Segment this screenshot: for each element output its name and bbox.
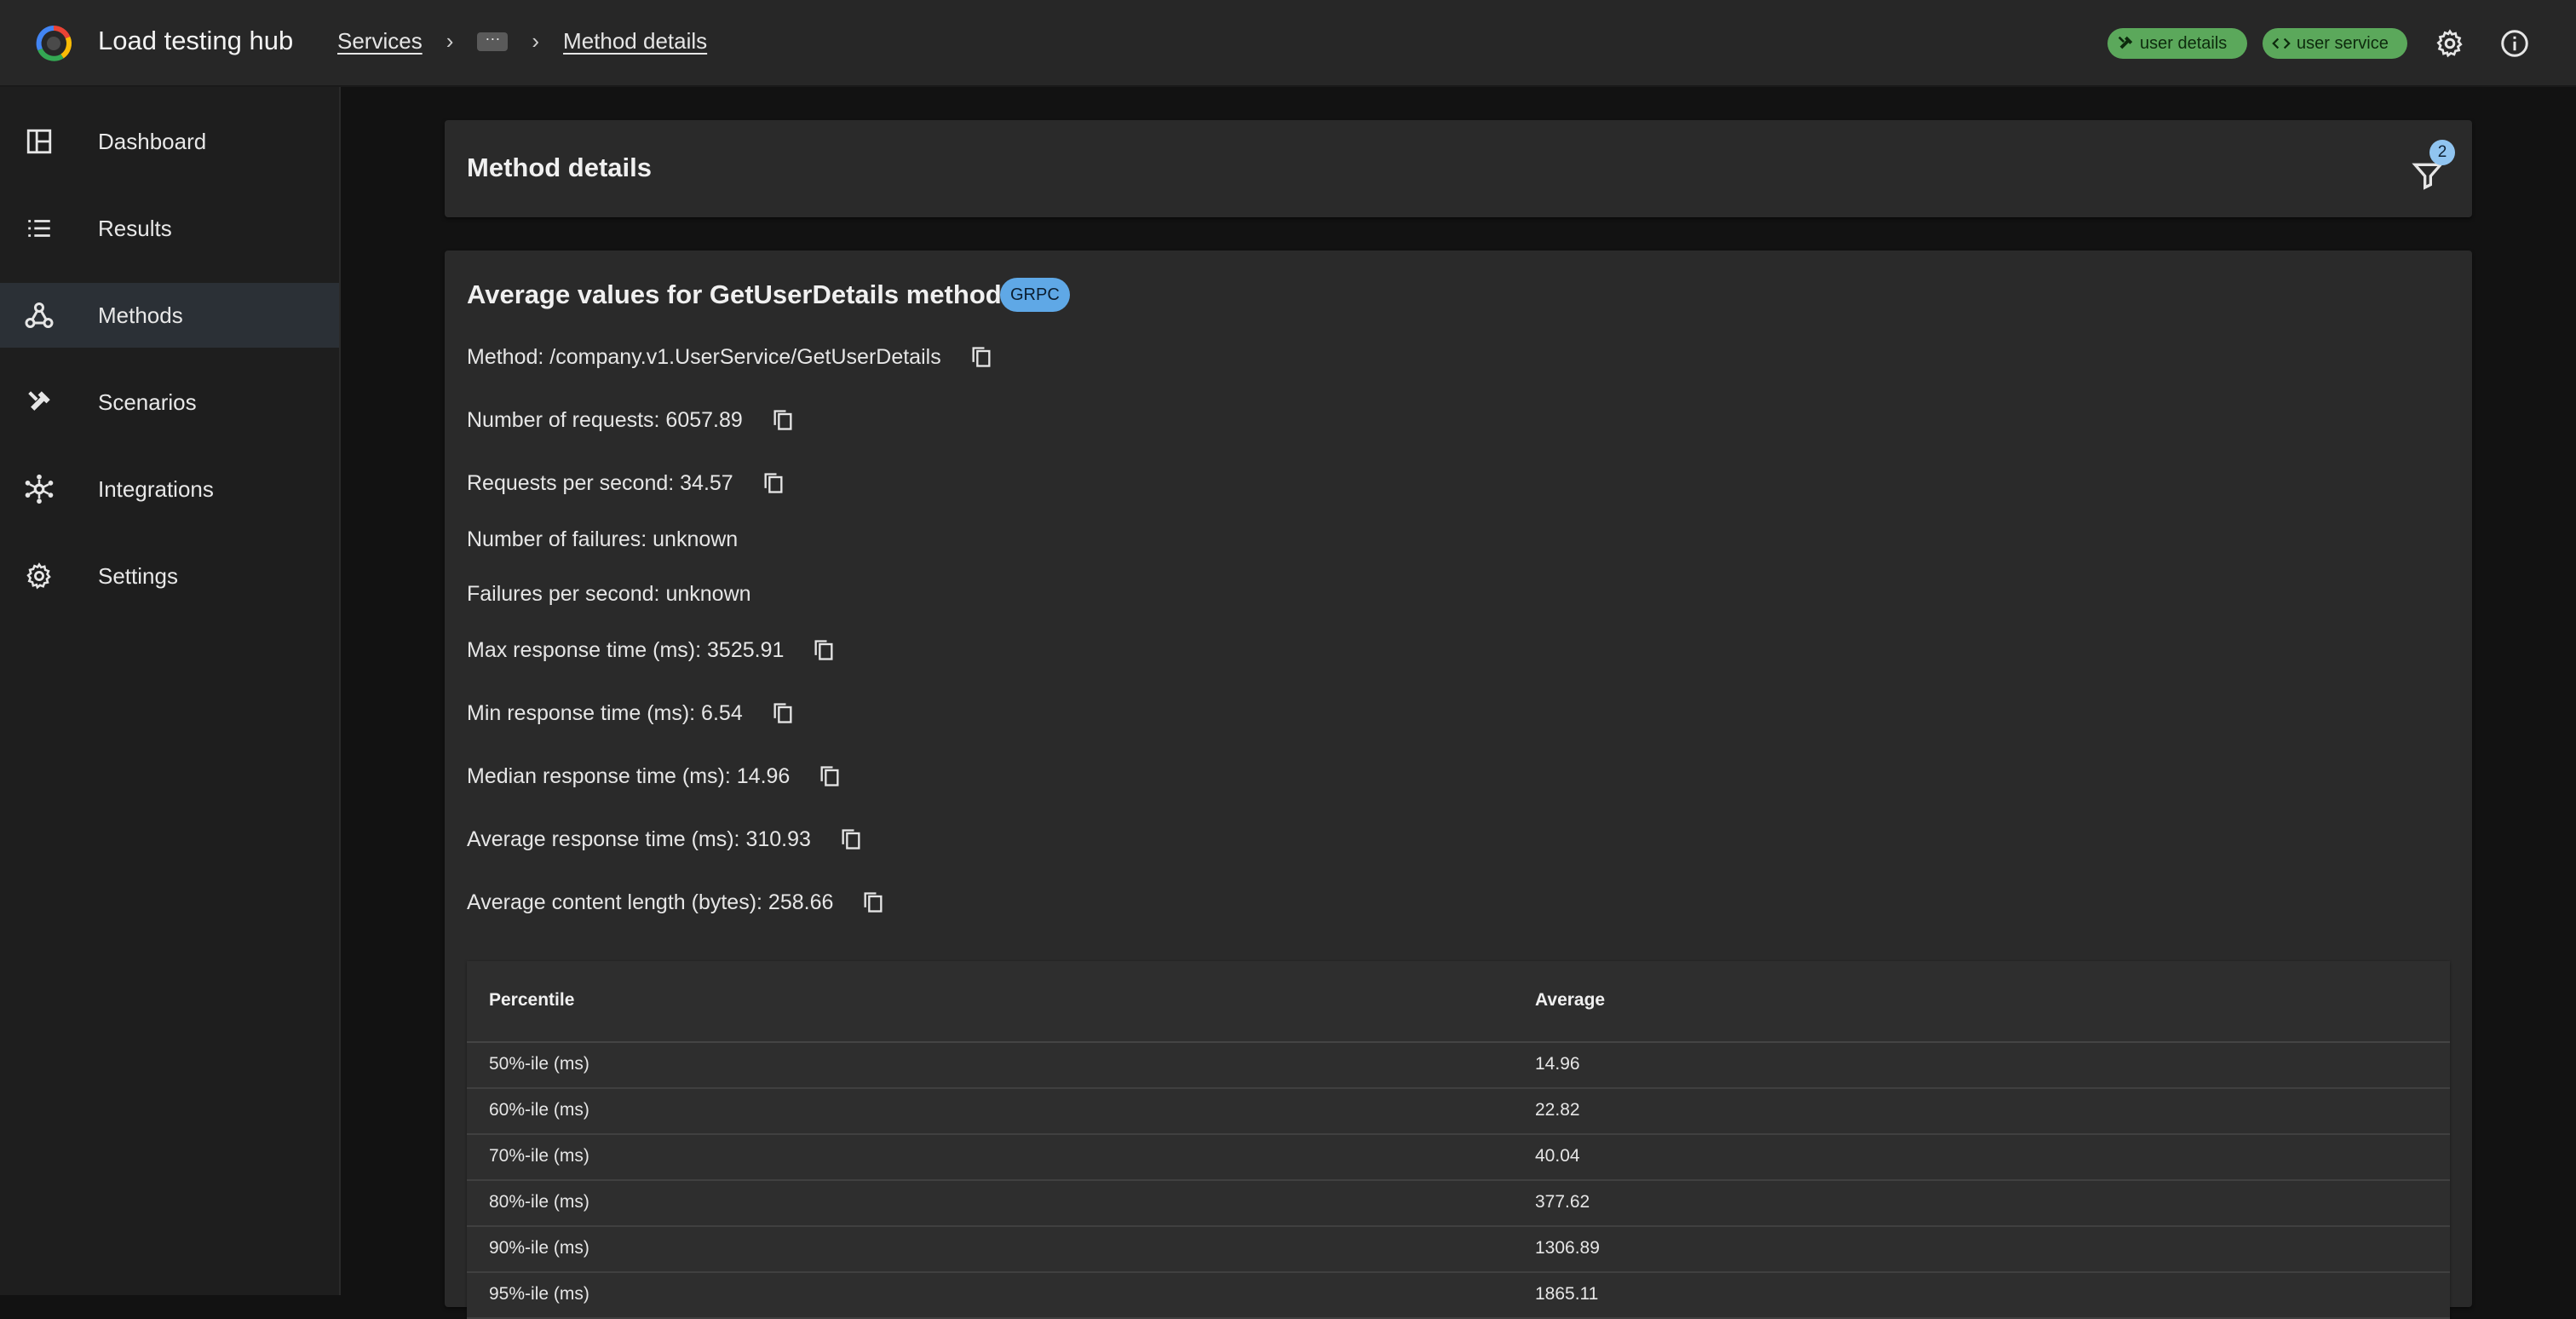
copy-icon[interactable] [859, 888, 888, 917]
sidebar-item-integrations[interactable]: Integrations [0, 457, 339, 521]
table-row: 90%-ile (ms) 1306.89 [467, 1227, 2450, 1273]
page-title: Method details [467, 153, 653, 182]
sidebar-item-label: Methods [98, 302, 183, 328]
sidebar-item-label: Integrations [98, 475, 214, 502]
stat-text: Min response time (ms): 6.54 [467, 700, 743, 725]
table-cell-percentile: 95%-ile (ms) [489, 1284, 589, 1304]
stat-text: Average response time (ms): 310.93 [467, 827, 811, 851]
table-cell-average: 1865.11 [1535, 1284, 1599, 1304]
stat-average-response-time: Average response time (ms): 310.93 [467, 825, 865, 854]
table-row: 70%-ile (ms) 40.04 [467, 1135, 2450, 1181]
table-header: Percentile Average [467, 961, 2450, 1043]
copy-icon[interactable] [837, 825, 865, 854]
stat-requests-per-second: Requests per second: 34.57 [467, 469, 788, 498]
sidebar-item-dashboard[interactable]: Dashboard [0, 109, 339, 174]
column-header-average[interactable]: Average [1535, 990, 1605, 1011]
table-row: 60%-ile (ms) 22.82 [467, 1089, 2450, 1135]
percentile-table: Percentile Average 50%-ile (ms) 14.96 60… [467, 961, 2450, 1319]
copy-icon[interactable] [759, 469, 788, 498]
code-icon [2272, 37, 2291, 49]
tools-icon [2118, 36, 2133, 49]
filter-count-badge: 2 [2429, 140, 2455, 165]
column-header-percentile[interactable]: Percentile [489, 990, 574, 1011]
webhook-icon [22, 298, 56, 332]
chevron-right-icon: › [446, 28, 454, 54]
copy-icon[interactable] [967, 343, 996, 372]
gear-icon [2436, 29, 2463, 58]
gear-icon [22, 559, 56, 593]
copy-icon[interactable] [768, 699, 797, 728]
stat-text: Max response time (ms): 3525.91 [467, 637, 785, 662]
table-row: 95%-ile (ms) 1865.11 [467, 1273, 2450, 1319]
table-cell-average: 22.82 [1535, 1100, 1580, 1120]
stat-method: Method: /company.v1.UserService/GetUserD… [467, 343, 996, 372]
stat-number-of-requests: Number of requests: 6057.89 [467, 406, 797, 435]
stat-text: Failures per second: unknown [467, 582, 751, 606]
sidebar-item-label: Results [98, 215, 172, 241]
breadcrumb-services-link[interactable]: Services [337, 28, 423, 55]
copy-icon[interactable] [809, 636, 838, 665]
sidebar-item-label: Settings [98, 562, 178, 589]
table-cell-average: 1306.89 [1535, 1238, 1600, 1258]
list-icon [22, 211, 56, 245]
stat-text: Number of requests: 6057.89 [467, 407, 743, 432]
stat-text: Requests per second: 34.57 [467, 470, 733, 495]
stat-text: Method: /company.v1.UserService/GetUserD… [467, 344, 941, 369]
stat-number-of-failures: Number of failures: unknown [467, 527, 738, 552]
table-cell-percentile: 80%-ile (ms) [489, 1192, 589, 1212]
stat-failures-per-second: Failures per second: unknown [467, 582, 751, 607]
chip-label: user details [2140, 33, 2228, 53]
table-cell-percentile: 50%-ile (ms) [489, 1054, 589, 1074]
user-details-chip[interactable]: user details [2107, 28, 2247, 59]
stat-max-response-time: Max response time (ms): 3525.91 [467, 636, 838, 665]
stat-text: Median response time (ms): 14.96 [467, 763, 791, 788]
app-title[interactable]: Load testing hub [98, 26, 293, 56]
copy-icon[interactable] [815, 762, 844, 791]
sidebar-item-scenarios[interactable]: Scenarios [0, 370, 339, 435]
chevron-right-icon: › [532, 28, 540, 54]
sidebar: Dashboard Results Methods Scenarios Inte… [0, 87, 341, 1295]
method-details-header-card: Method details 2 [445, 120, 2472, 217]
table-cell-percentile: 90%-ile (ms) [489, 1238, 589, 1258]
breadcrumb-current-link[interactable]: Method details [563, 28, 707, 55]
sidebar-item-label: Dashboard [98, 128, 207, 154]
sidebar-item-label: Scenarios [98, 389, 197, 415]
table-row: 80%-ile (ms) 377.62 [467, 1181, 2450, 1227]
tools-icon [22, 385, 56, 419]
stat-text: Number of failures: unknown [467, 527, 739, 551]
breadcrumb: Services › ··· › Method details [337, 28, 707, 55]
table-cell-average: 40.04 [1535, 1146, 1580, 1166]
table-row: 50%-ile (ms) 14.96 [467, 1043, 2450, 1089]
table-cell-average: 14.96 [1535, 1054, 1580, 1074]
stat-median-response-time: Median response time (ms): 14.96 [467, 762, 844, 791]
info-button[interactable] [2498, 26, 2532, 60]
stat-text: Average content length (bytes): 258.66 [467, 890, 834, 914]
table-cell-percentile: 60%-ile (ms) [489, 1100, 589, 1120]
app-logo [36, 25, 72, 61]
breadcrumb-collapsed-button[interactable]: ··· [477, 31, 509, 51]
protocol-badge: GRPC [1000, 278, 1070, 312]
table-cell-percentile: 70%-ile (ms) [489, 1146, 589, 1166]
info-icon [2501, 30, 2528, 57]
chip-label: user service [2297, 33, 2389, 53]
user-service-chip[interactable]: user service [2263, 28, 2407, 59]
copy-icon[interactable] [768, 406, 797, 435]
dashboard-icon [22, 124, 56, 158]
table-cell-average: 377.62 [1535, 1192, 1590, 1212]
settings-button[interactable] [2433, 26, 2467, 60]
averages-title: Average values for GetUserDetails method [467, 279, 1002, 309]
top-app-bar: Load testing hub Services › ··· › Method… [0, 0, 2576, 87]
sidebar-item-results[interactable]: Results [0, 196, 339, 261]
stat-average-content-length: Average content length (bytes): 258.66 [467, 888, 888, 917]
sidebar-item-settings[interactable]: Settings [0, 544, 339, 608]
average-values-card: Average values for GetUserDetails method… [445, 251, 2472, 1319]
sidebar-item-methods[interactable]: Methods [0, 283, 339, 348]
hub-icon [22, 472, 56, 506]
stat-min-response-time: Min response time (ms): 6.54 [467, 699, 797, 728]
